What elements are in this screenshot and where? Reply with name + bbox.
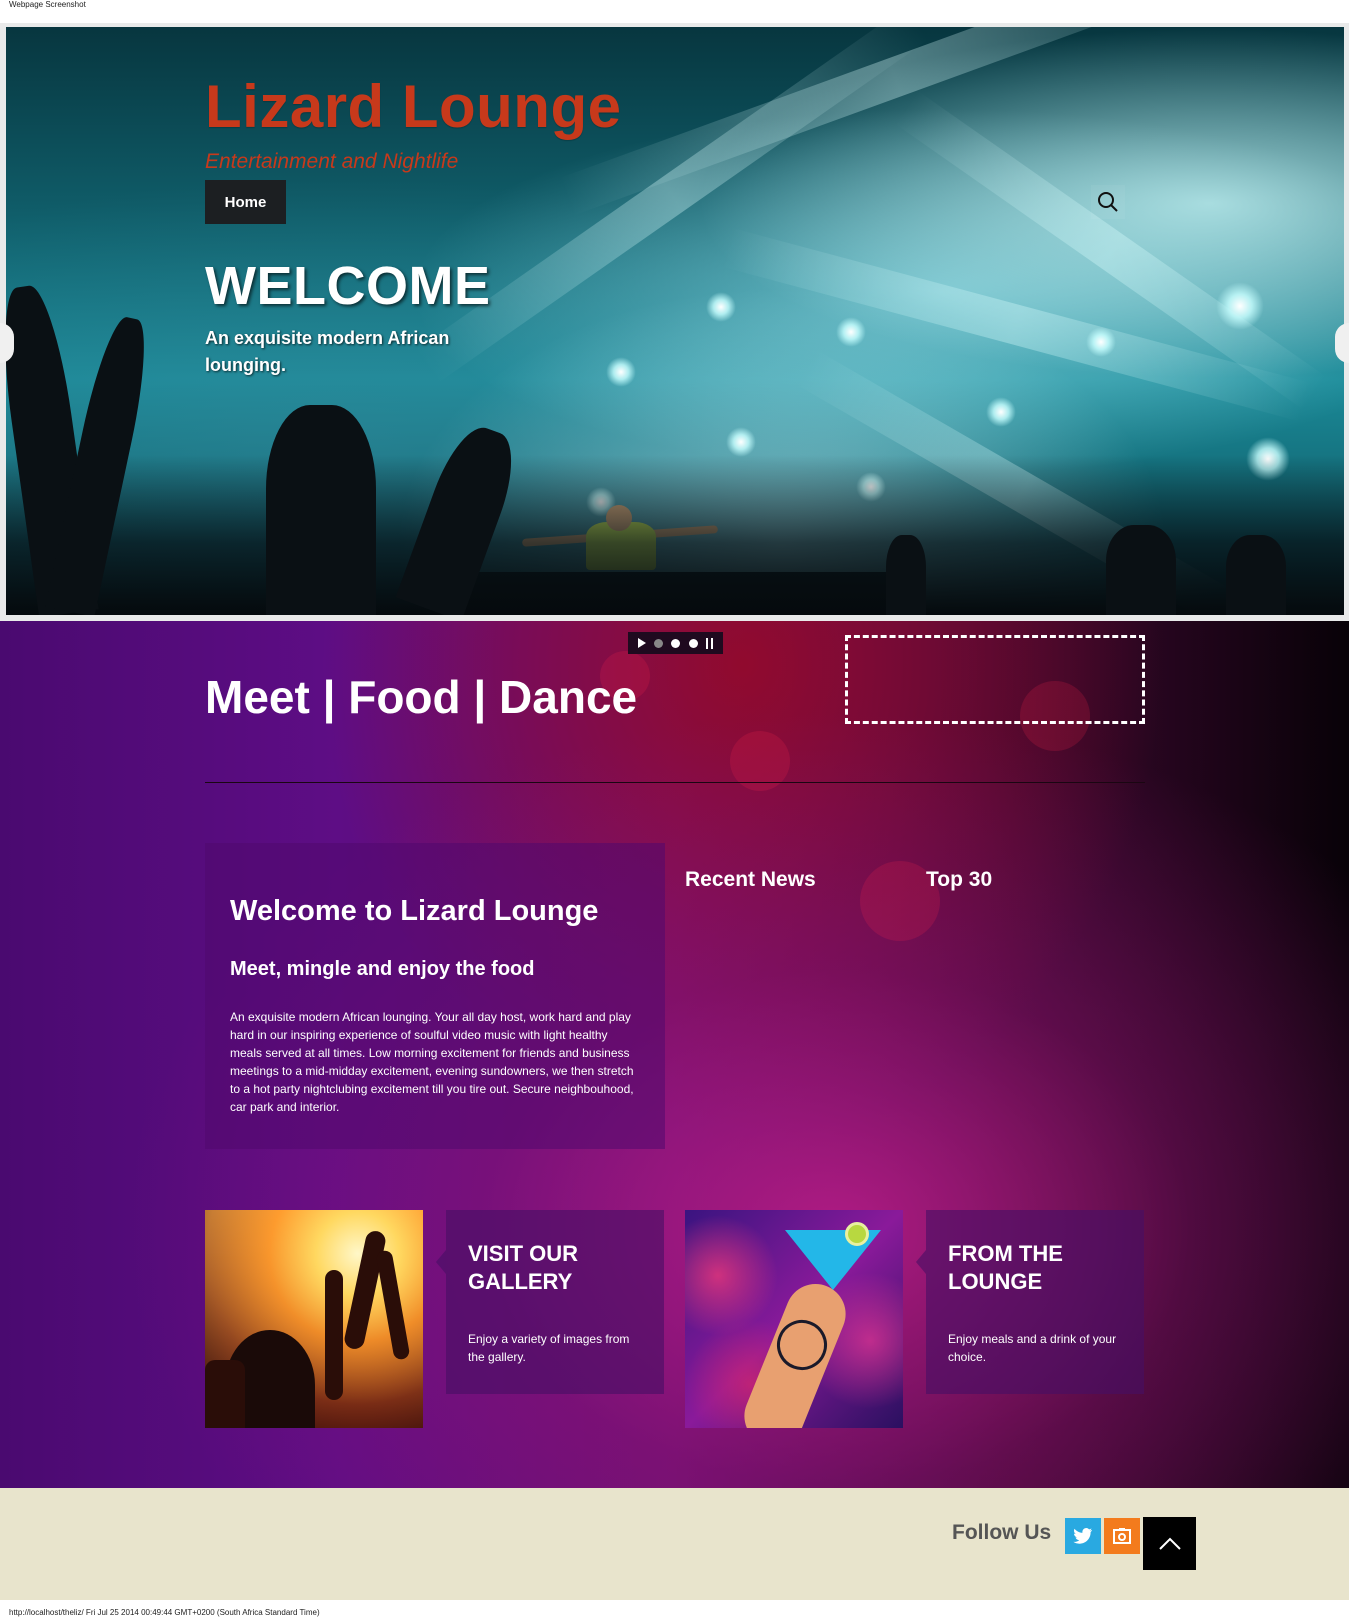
slider-dot[interactable] bbox=[671, 638, 681, 648]
slider-controls bbox=[628, 632, 723, 654]
silhouette-arm bbox=[342, 1229, 388, 1351]
lounge-title[interactable]: FROM THE LOUNGE bbox=[948, 1240, 1128, 1296]
hero-subheading: An exquisite modern African lounging. bbox=[205, 328, 450, 375]
twitter-icon bbox=[1073, 1528, 1092, 1544]
silhouette-arm bbox=[325, 1270, 343, 1400]
main-section bbox=[0, 621, 1349, 1488]
back-to-top-button[interactable] bbox=[1143, 1517, 1196, 1570]
stage-light bbox=[726, 427, 756, 457]
welcome-body: An exquisite modern African lounging. Yo… bbox=[230, 1010, 634, 1114]
rss-icon bbox=[1113, 1528, 1131, 1544]
gallery-text: Enjoy a variety of images from the galle… bbox=[468, 1332, 630, 1364]
search-button[interactable] bbox=[1091, 185, 1125, 219]
hero-section bbox=[0, 23, 1349, 621]
slider-dot[interactable] bbox=[688, 638, 698, 648]
intro-tagline: Meet | Food | Dance bbox=[205, 671, 638, 723]
crowd-hand bbox=[266, 405, 376, 615]
gallery-title[interactable]: VISIT OUR GALLERY bbox=[468, 1240, 648, 1296]
rss-button[interactable] bbox=[1104, 1518, 1140, 1554]
search-icon bbox=[1098, 192, 1118, 212]
hero-heading: WELCOME bbox=[205, 256, 491, 316]
top30-title: Top 30 bbox=[926, 868, 993, 891]
slider-next-button[interactable] bbox=[1335, 323, 1349, 363]
nav-item-home[interactable]: Home bbox=[205, 180, 286, 224]
welcome-subtitle: Meet, mingle and enjoy the food bbox=[230, 958, 535, 980]
crowd-hand bbox=[1106, 525, 1176, 615]
silhouette-arm bbox=[375, 1249, 411, 1361]
gallery-image[interactable] bbox=[205, 1210, 423, 1428]
crowd-hand bbox=[1226, 535, 1286, 615]
welcome-panel: Welcome to Lizard Lounge Meet, mingle an… bbox=[205, 843, 665, 1149]
recent-news-title: Recent News bbox=[685, 868, 816, 891]
site-title[interactable]: Lizard Lounge bbox=[205, 72, 621, 141]
stage-light bbox=[706, 292, 736, 322]
capture-label: Webpage Screenshot bbox=[9, 0, 86, 9]
lime-slice bbox=[845, 1222, 869, 1246]
follow-us-label: Follow Us bbox=[952, 1521, 1052, 1544]
stage-light bbox=[986, 397, 1016, 427]
slider-dot[interactable] bbox=[654, 638, 664, 648]
silhouette-arm bbox=[205, 1360, 245, 1428]
lounge-card[interactable]: FROM THE LOUNGE Enjoy meals and a drink … bbox=[916, 1210, 1144, 1394]
section-divider bbox=[205, 782, 1145, 783]
gallery-card[interactable]: VISIT OUR GALLERY Enjoy a variety of ima… bbox=[436, 1210, 664, 1394]
lounge-image[interactable] bbox=[685, 1210, 903, 1428]
stage-light bbox=[606, 357, 636, 387]
welcome-title: Welcome to Lizard Lounge bbox=[230, 895, 599, 927]
chevron-up-icon bbox=[1158, 1537, 1181, 1550]
pause-icon[interactable] bbox=[705, 637, 713, 649]
site-tagline: Entertainment and Nightlife bbox=[205, 150, 459, 173]
capture-footer: http://localhost/theliz/ Fri Jul 25 2014… bbox=[9, 1608, 320, 1617]
twitter-button[interactable] bbox=[1065, 1518, 1101, 1554]
stage-light bbox=[1086, 327, 1116, 357]
stage-light bbox=[836, 317, 866, 347]
ad-placeholder bbox=[845, 635, 1145, 724]
crowd-hand bbox=[886, 535, 926, 615]
play-icon[interactable] bbox=[638, 638, 647, 648]
stage-light bbox=[1216, 282, 1264, 330]
lounge-text: Enjoy meals and a drink of your choice. bbox=[948, 1332, 1117, 1364]
